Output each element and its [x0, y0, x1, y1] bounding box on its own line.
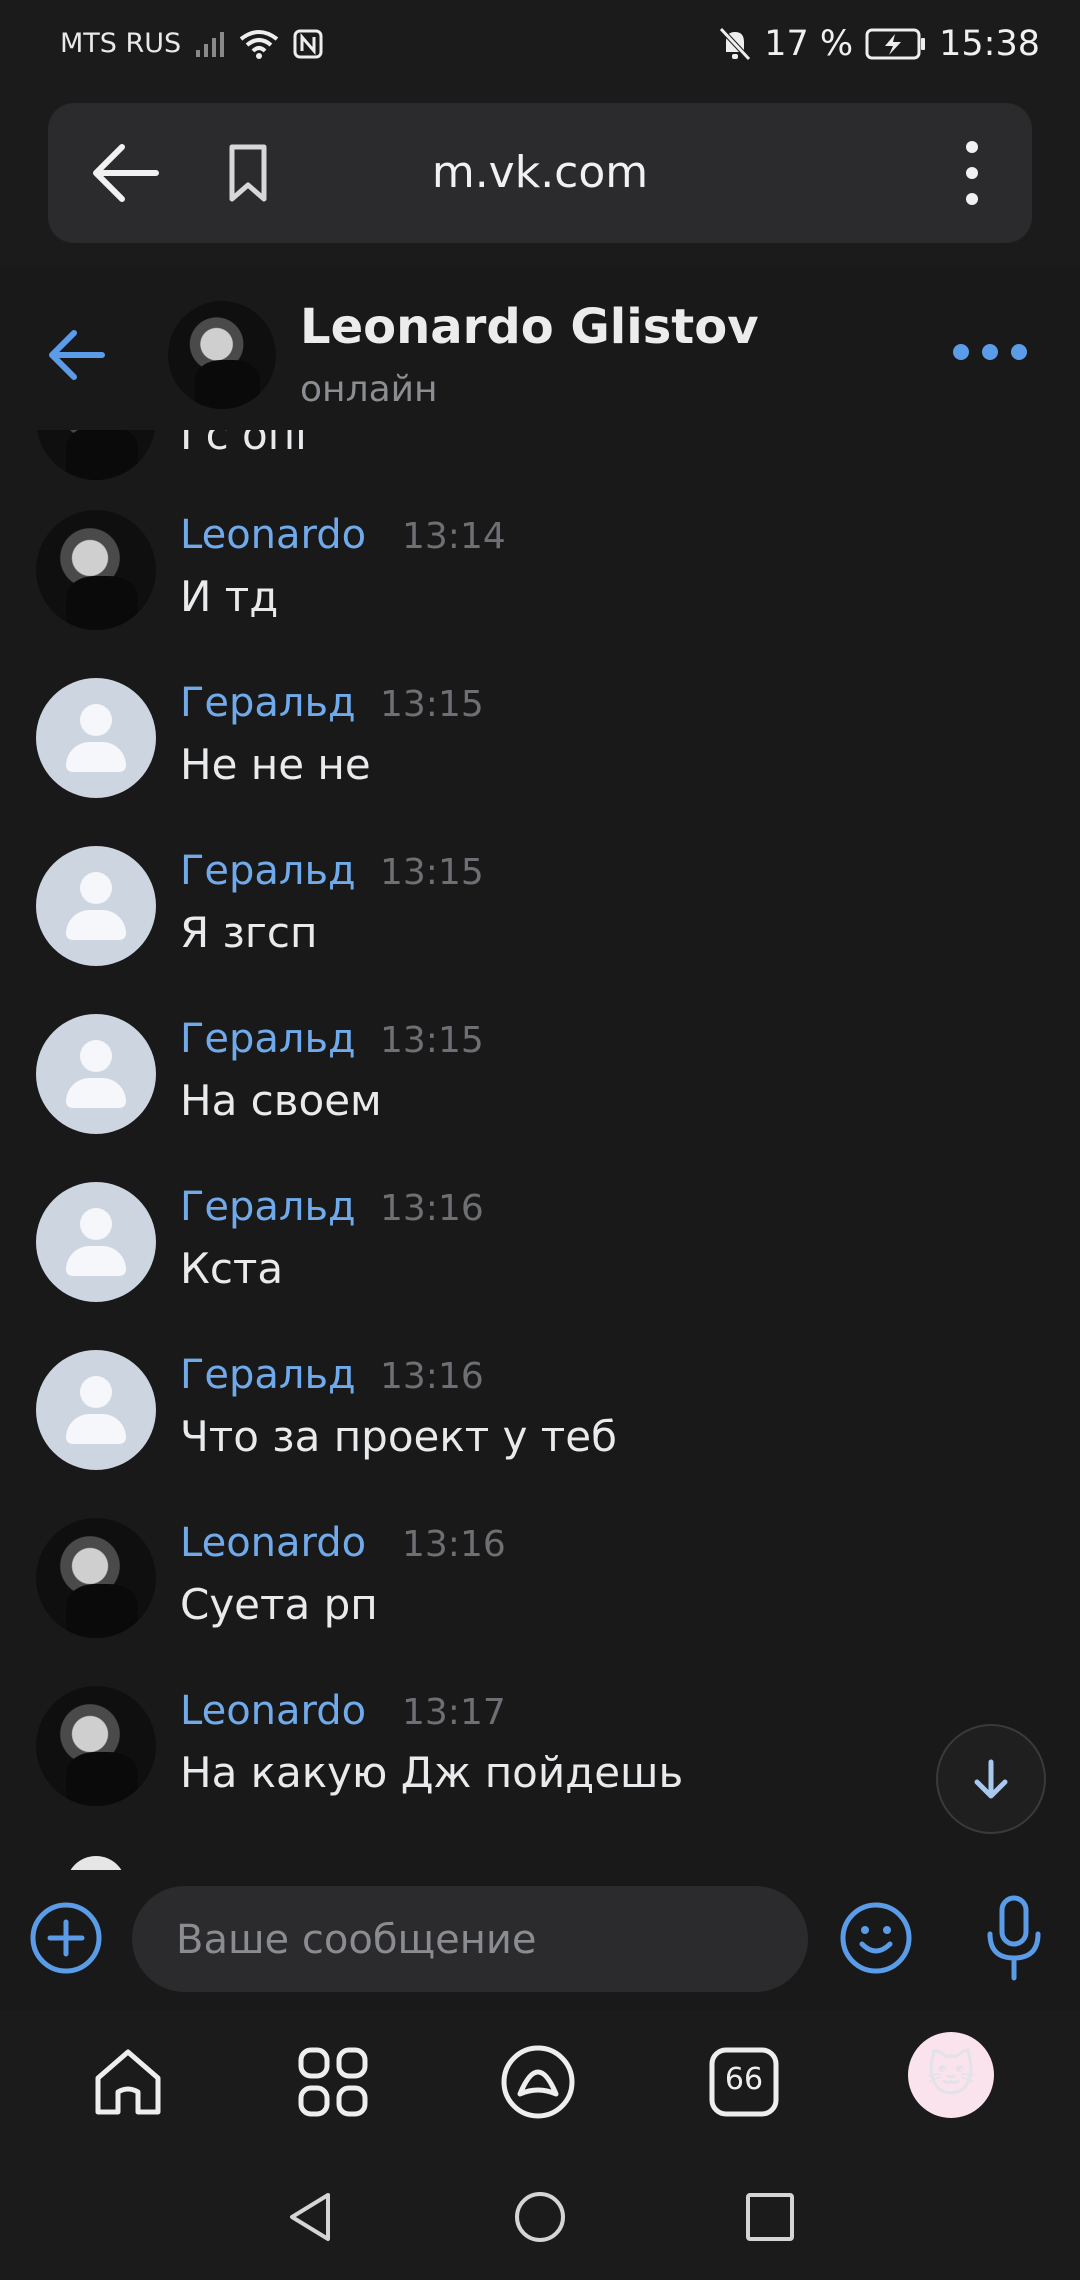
more-vertical-icon[interactable]: [962, 137, 982, 209]
message-time: 13:17: [402, 1692, 506, 1733]
list-item[interactable]: Leonardo 13:17 На какую Дж пойдешь: [0, 1596, 1080, 1806]
message-input[interactable]: [174, 1886, 778, 1994]
avatar[interactable]: [36, 1686, 156, 1806]
url-text[interactable]: m.vk.com: [48, 147, 1032, 198]
message-author[interactable]: Leonardo: [180, 1688, 366, 1734]
chat-title[interactable]: Leonardo Glistov: [300, 299, 758, 355]
status-left: MTS RUS: [60, 28, 323, 59]
scroll-down-button[interactable]: [936, 1724, 1046, 1834]
battery-charging-icon: [865, 28, 926, 60]
browser-toolbar: m.vk.com: [0, 95, 1080, 265]
message-time: 13:15: [380, 852, 484, 893]
list-item[interactable]: Leonardo 13:16 Суета рп: [0, 1428, 1080, 1638]
arrow-down-icon: [974, 1759, 1008, 1799]
apps-grid-icon[interactable]: [293, 2042, 373, 2122]
back-arrow-icon[interactable]: [44, 327, 108, 383]
browser-bottom-nav: 66 🐱: [0, 2010, 1080, 2155]
plus-circle-icon[interactable]: [28, 1900, 104, 1976]
list-item[interactable]: Геральд 13:16 Что за проект у теб: [0, 1260, 1080, 1470]
alice-icon[interactable]: [498, 2042, 578, 2122]
message-input-wrapper[interactable]: [132, 1886, 808, 1994]
message-time: 13:14: [402, 516, 506, 557]
back-triangle-icon[interactable]: [282, 2189, 338, 2245]
status-bar: MTS RUS 17 % 15:38: [0, 0, 1080, 95]
list-item[interactable]: Геральд 13:15 Я згсп: [0, 756, 1080, 966]
more-horizontal-icon[interactable]: [950, 341, 1030, 363]
list-item[interactable]: Геральд 13:15 На своем: [0, 924, 1080, 1134]
online-status: онлайн: [300, 369, 438, 410]
message-text: На какую Дж пойдешь: [180, 1748, 684, 1797]
message-time: 13:15: [380, 1020, 484, 1061]
message-author[interactable]: Геральд: [180, 848, 356, 894]
system-nav-bar: [0, 2155, 1080, 2280]
messages-icon[interactable]: 66: [704, 2042, 784, 2122]
message-list[interactable]: Гс опг Leonardo 13:14 И тд Геральд 13:15…: [0, 430, 1080, 1870]
cat-avatar-icon[interactable]: 🐱: [908, 2032, 994, 2118]
signal-icon: [196, 31, 225, 57]
home-circle-icon[interactable]: [512, 2189, 568, 2245]
emoji-icon[interactable]: [838, 1900, 914, 1976]
message-author[interactable]: Геральд: [180, 1352, 356, 1398]
message-author[interactable]: Геральд: [180, 1016, 356, 1062]
battery-percent: 17 %: [764, 24, 854, 64]
microphone-icon[interactable]: [982, 1894, 1046, 1982]
message-time: 13:16: [402, 1524, 506, 1565]
message-author[interactable]: Геральд: [180, 680, 356, 726]
home-icon[interactable]: [88, 2042, 168, 2122]
message-time: 13:16: [380, 1188, 484, 1229]
messages-badge: 66: [724, 2062, 764, 2097]
mute-icon: [719, 27, 752, 61]
carrier-label: MTS RUS: [60, 28, 182, 59]
wifi-icon: [239, 29, 279, 59]
address-bar[interactable]: m.vk.com: [48, 103, 1032, 243]
list-item[interactable]: Геральд 13:15 Не не не: [0, 588, 1080, 798]
recents-square-icon[interactable]: [742, 2189, 798, 2245]
message-author[interactable]: Геральд: [180, 1184, 356, 1230]
message-author[interactable]: Leonardo: [180, 512, 366, 558]
chat-header: Leonardo Glistov онлайн: [0, 265, 1080, 430]
message-time: 13:15: [380, 684, 484, 725]
avatar: [66, 1856, 126, 1870]
list-item[interactable]: Leonardo 13:14 И тд: [0, 430, 1080, 630]
message-author[interactable]: Leonardo: [180, 1520, 366, 1566]
message-composer: [0, 1870, 1080, 2010]
message-time: 13:16: [380, 1356, 484, 1397]
avatar[interactable]: [168, 301, 276, 409]
status-right: 17 % 15:38: [718, 24, 1040, 64]
list-item[interactable]: Геральд 13:16 Кста: [0, 1092, 1080, 1302]
clock: 15:38: [939, 24, 1040, 64]
nfc-icon: [293, 29, 323, 58]
